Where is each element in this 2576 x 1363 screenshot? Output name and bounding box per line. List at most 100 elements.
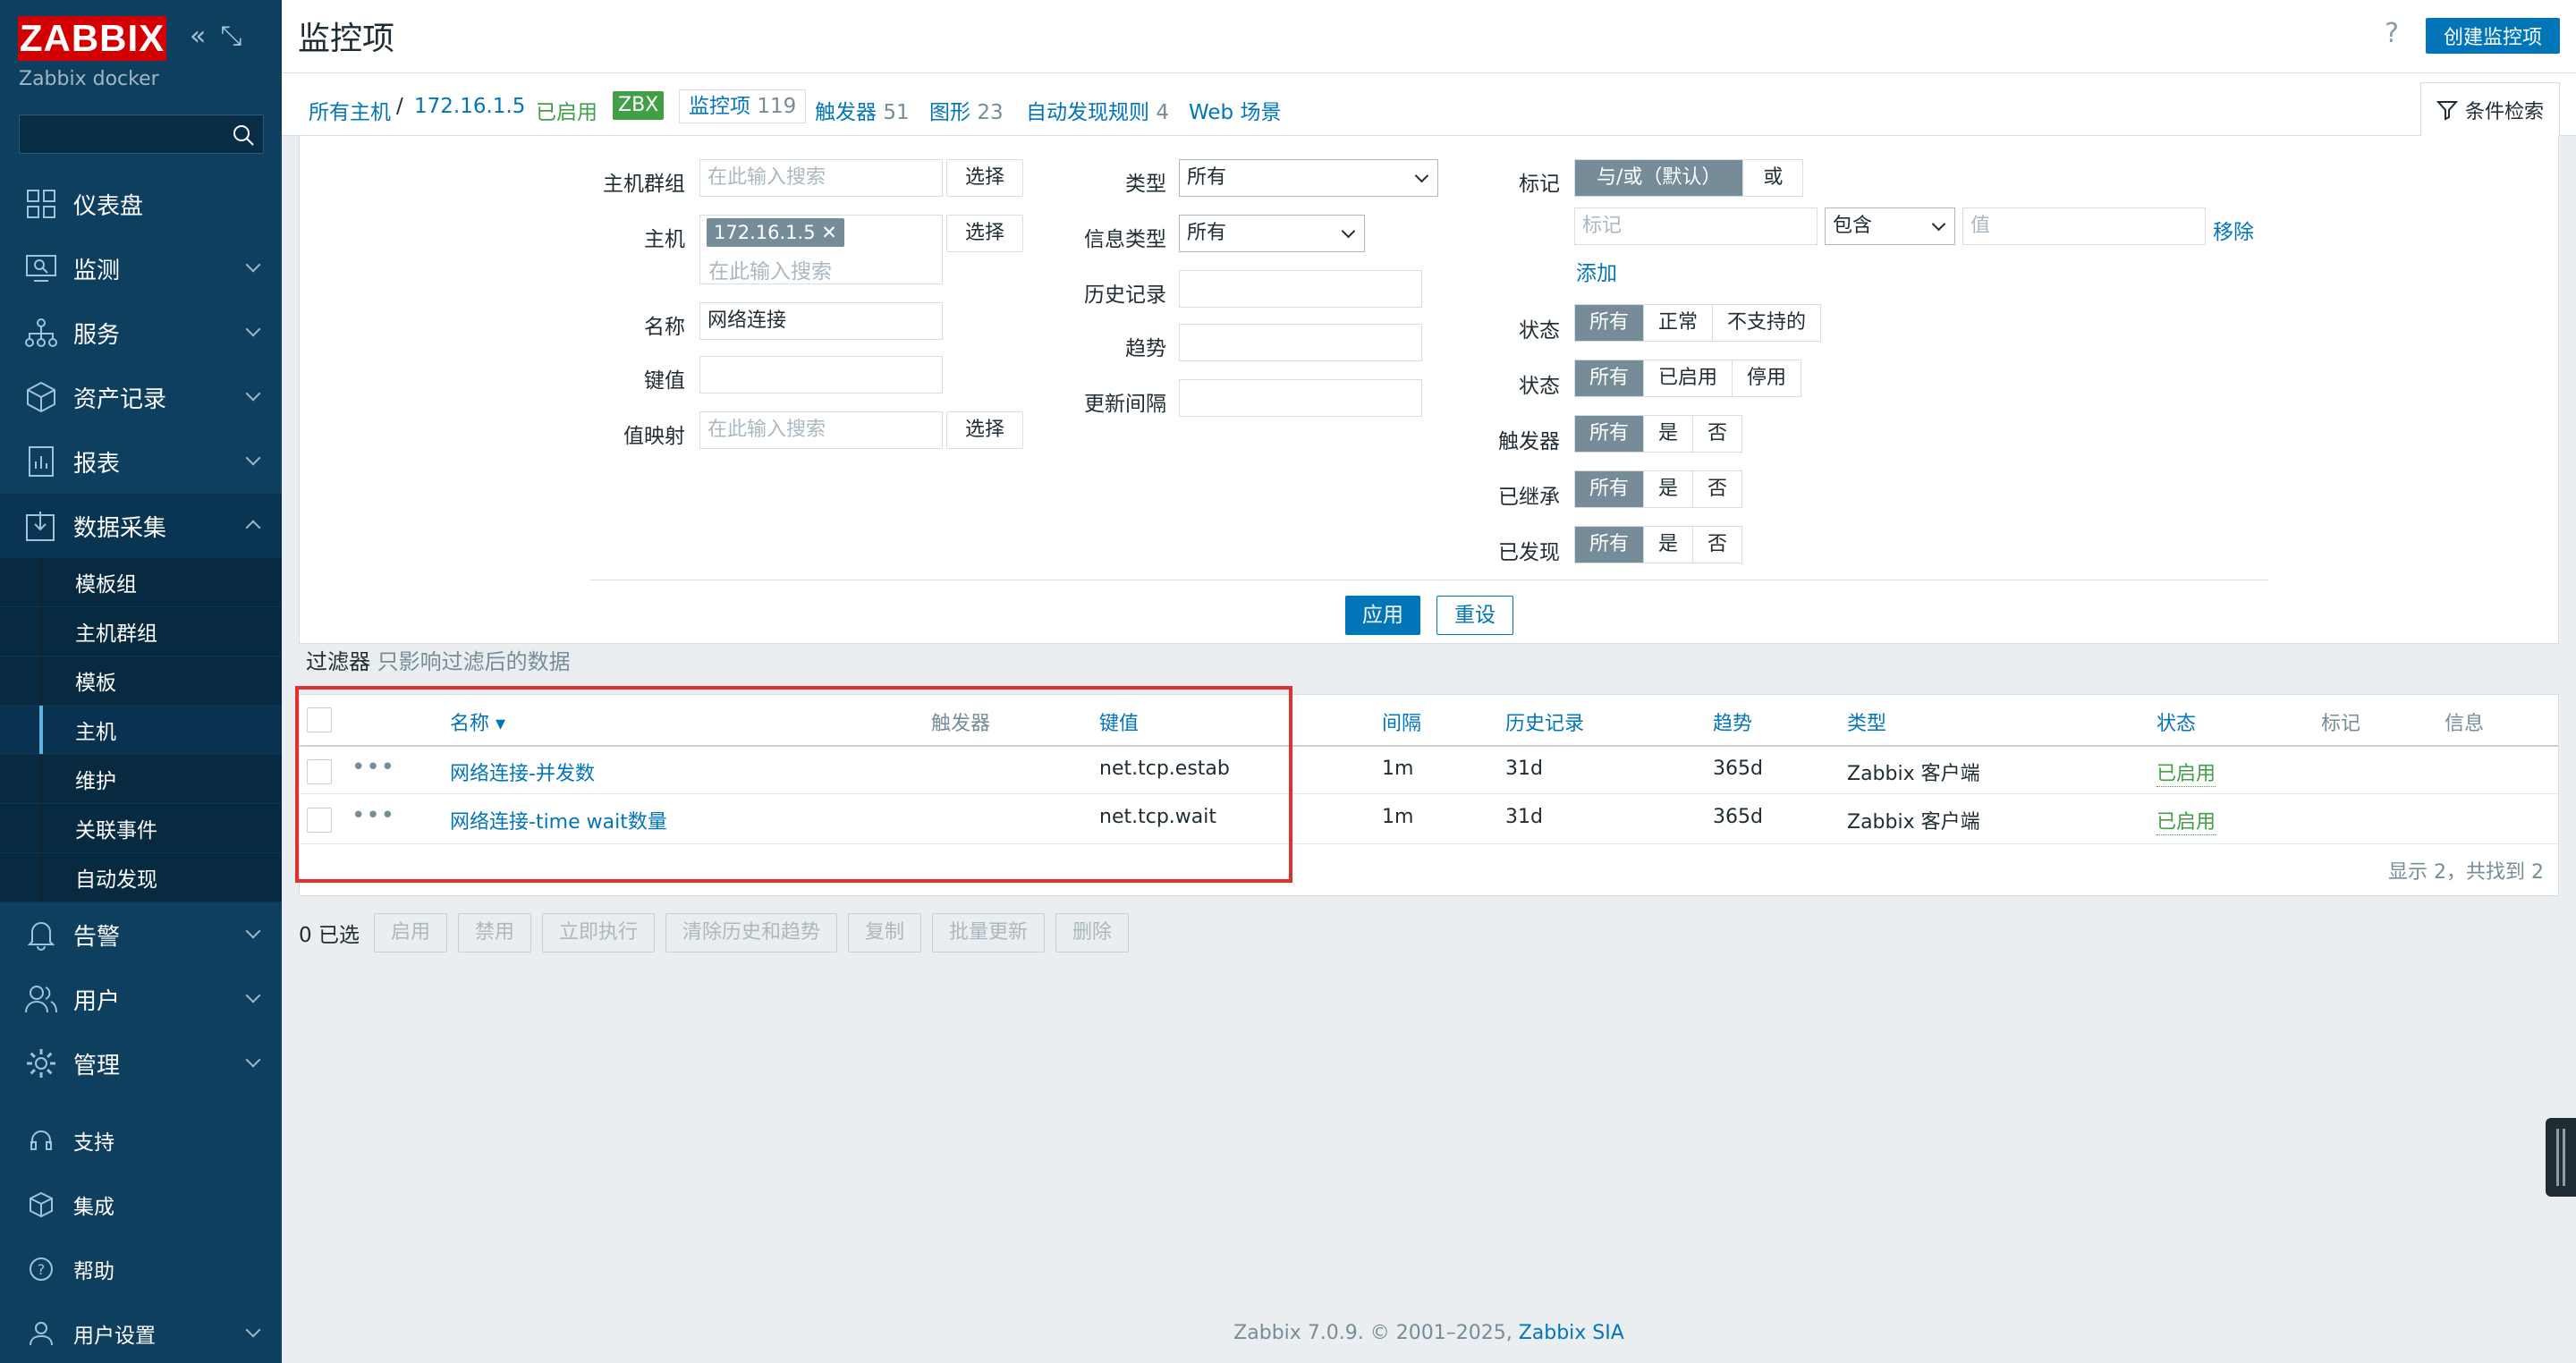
status-enabled-option[interactable]: 已启用 — [1644, 360, 1733, 396]
discovered-yes-option[interactable]: 是 — [1644, 527, 1694, 563]
type-select[interactable]: 所有 — [1179, 159, 1438, 197]
column-header-trends[interactable]: 趋势 — [1713, 707, 1752, 736]
footer-link[interactable]: Zabbix SIA — [1519, 1322, 1624, 1344]
collapse-sidebar-icon[interactable]: « — [190, 21, 206, 52]
submenu-item-maintenance[interactable]: 维护 — [0, 755, 282, 804]
breadcrumb-all-hosts[interactable]: 所有主机 — [309, 95, 391, 125]
tag-operator-select[interactable]: 包含 — [1825, 207, 1955, 245]
menu-item-support[interactable]: 支持 — [0, 1108, 282, 1173]
menu-item-users[interactable]: 用户 — [0, 967, 282, 1031]
headset-icon — [21, 1121, 61, 1160]
triggers-all-option[interactable]: 所有 — [1575, 416, 1645, 452]
tab-graphs-label: 图形 — [929, 101, 970, 124]
chevron-down-icon — [245, 987, 261, 1003]
valuemap-select-button[interactable]: 选择 — [946, 411, 1023, 449]
menu-item-reports[interactable]: 报表 — [0, 429, 282, 494]
menu-item-help[interactable]: ? 帮助 — [0, 1237, 282, 1301]
menu-item-user-settings[interactable]: 用户设置 — [0, 1301, 282, 1363]
column-header-interval[interactable]: 间隔 — [1382, 707, 1421, 736]
triggers-yes-option[interactable]: 是 — [1644, 416, 1694, 452]
submenu-item-discovery[interactable]: 自动发现 — [0, 853, 282, 902]
host-status-enabled[interactable]: 已启用 — [536, 95, 597, 125]
search-icon[interactable] — [231, 123, 256, 148]
tag-name-input[interactable]: 标记 — [1574, 207, 1818, 245]
menu-item-inventory[interactable]: 资产记录 — [0, 365, 282, 429]
key-input[interactable] — [699, 356, 943, 394]
menu-label: 告警 — [73, 923, 121, 951]
tab-items[interactable]: 监控项 119 — [679, 89, 807, 123]
chevron-down-icon — [245, 257, 261, 273]
column-header-type[interactable]: 类型 — [1847, 707, 1886, 736]
hosts-select-button[interactable]: 选择 — [946, 215, 1023, 252]
remove-tag-link[interactable]: 移除 — [2213, 215, 2254, 245]
menu-item-dashboard[interactable]: 仪表盘 — [0, 172, 282, 236]
tab-discovery-rules[interactable]: 自动发现规则 4 — [1026, 95, 1169, 125]
info-type-select[interactable]: 所有 — [1179, 215, 1365, 252]
menu-item-data-collection[interactable]: 数据采集 — [0, 494, 282, 558]
kiosk-mode-icon[interactable]: ⤡ — [220, 21, 242, 52]
mass-update-button[interactable]: 批量更新 — [932, 913, 1046, 952]
item-status-toggle[interactable]: 已启用 — [2157, 758, 2216, 787]
status-disabled-option[interactable]: 停用 — [1733, 360, 1801, 396]
name-input[interactable]: 网络连接 — [699, 302, 943, 340]
menu-item-monitoring[interactable]: 监测 — [0, 236, 282, 301]
breadcrumb-host[interactable]: 172.16.1.5 — [414, 95, 525, 118]
tab-graphs[interactable]: 图形 23 — [929, 95, 1004, 125]
tab-triggers[interactable]: 触发器 51 — [815, 95, 910, 125]
tag-value-input[interactable]: 值 — [1962, 207, 2206, 245]
chevron-down-icon — [245, 450, 261, 466]
filter-note: 过滤器 只影响过滤后的数据 — [306, 644, 571, 675]
submenu-item-templates[interactable]: 模板 — [0, 656, 282, 706]
execute-now-button[interactable]: 立即执行 — [541, 913, 655, 952]
menu-item-integrations[interactable]: 集成 — [0, 1173, 282, 1237]
interval-input[interactable] — [1179, 379, 1422, 417]
column-header-status[interactable]: 状态 — [2157, 707, 2196, 736]
apply-button[interactable]: 应用 — [1345, 596, 1420, 635]
reset-button[interactable]: 重设 — [1436, 596, 1513, 635]
status-all-option[interactable]: 所有 — [1575, 360, 1645, 396]
host-groups-select-button[interactable]: 选择 — [946, 159, 1023, 197]
discovered-no-option[interactable]: 否 — [1693, 527, 1742, 563]
side-drawer-handle[interactable] — [2546, 1118, 2576, 1197]
triggers-no-option[interactable]: 否 — [1693, 416, 1742, 452]
discovered-all-option[interactable]: 所有 — [1575, 527, 1645, 563]
column-header-history[interactable]: 历史记录 — [1505, 707, 1584, 736]
hosts-label: 主机 — [644, 228, 685, 251]
create-item-button[interactable]: 创建监控项 — [2426, 18, 2560, 54]
add-tag-link[interactable]: 添加 — [1576, 256, 1617, 286]
host-chip[interactable]: 172.16.1.5 ✕ — [707, 218, 844, 247]
history-input[interactable] — [1179, 270, 1422, 308]
filter-toggle-tab[interactable]: 条件检索 — [2420, 82, 2560, 136]
menu-item-alerts[interactable]: 告警 — [0, 902, 282, 967]
submenu-item-hosts[interactable]: 主机 — [0, 706, 282, 755]
close-icon[interactable]: ✕ — [821, 222, 837, 243]
discovered-label: 已发现 — [1498, 541, 1560, 564]
inherited-yes-option[interactable]: 是 — [1644, 471, 1694, 507]
submenu-item-event-correlation[interactable]: 关联事件 — [0, 804, 282, 853]
trends-input[interactable] — [1179, 324, 1422, 361]
menu-item-services[interactable]: 服务 — [0, 301, 282, 365]
item-status-toggle[interactable]: 已启用 — [2157, 806, 2216, 835]
copy-button[interactable]: 复制 — [848, 913, 922, 952]
enable-button[interactable]: 启用 — [373, 913, 447, 952]
valuemap-input[interactable]: 在此输入搜索 — [699, 411, 943, 449]
zabbix-logo[interactable]: ZABBIX — [18, 16, 166, 61]
state-all-option[interactable]: 所有 — [1575, 305, 1645, 341]
disable-button[interactable]: 禁用 — [457, 913, 531, 952]
state-unsupported-option[interactable]: 不支持的 — [1713, 305, 1821, 341]
help-icon[interactable]: ? — [2385, 18, 2399, 49]
host-groups-input[interactable]: 在此输入搜索 — [699, 159, 943, 197]
chevron-down-icon — [245, 923, 261, 939]
inherited-no-option[interactable]: 否 — [1693, 471, 1742, 507]
tab-web-scenarios[interactable]: Web 场景 — [1189, 95, 1281, 125]
state-normal-option[interactable]: 正常 — [1644, 305, 1714, 341]
submenu-item-template-groups[interactable]: 模板组 — [0, 558, 282, 607]
sidebar-search-input[interactable] — [19, 114, 264, 154]
tags-and-or-option[interactable]: 与/或（默认） — [1575, 160, 1744, 196]
delete-button[interactable]: 删除 — [1055, 913, 1130, 952]
inherited-all-option[interactable]: 所有 — [1575, 471, 1645, 507]
clear-history-button[interactable]: 清除历史和趋势 — [665, 913, 838, 952]
submenu-item-host-groups[interactable]: 主机群组 — [0, 607, 282, 656]
menu-item-administration[interactable]: 管理 — [0, 1031, 282, 1096]
tags-or-option[interactable]: 或 — [1743, 160, 1803, 196]
